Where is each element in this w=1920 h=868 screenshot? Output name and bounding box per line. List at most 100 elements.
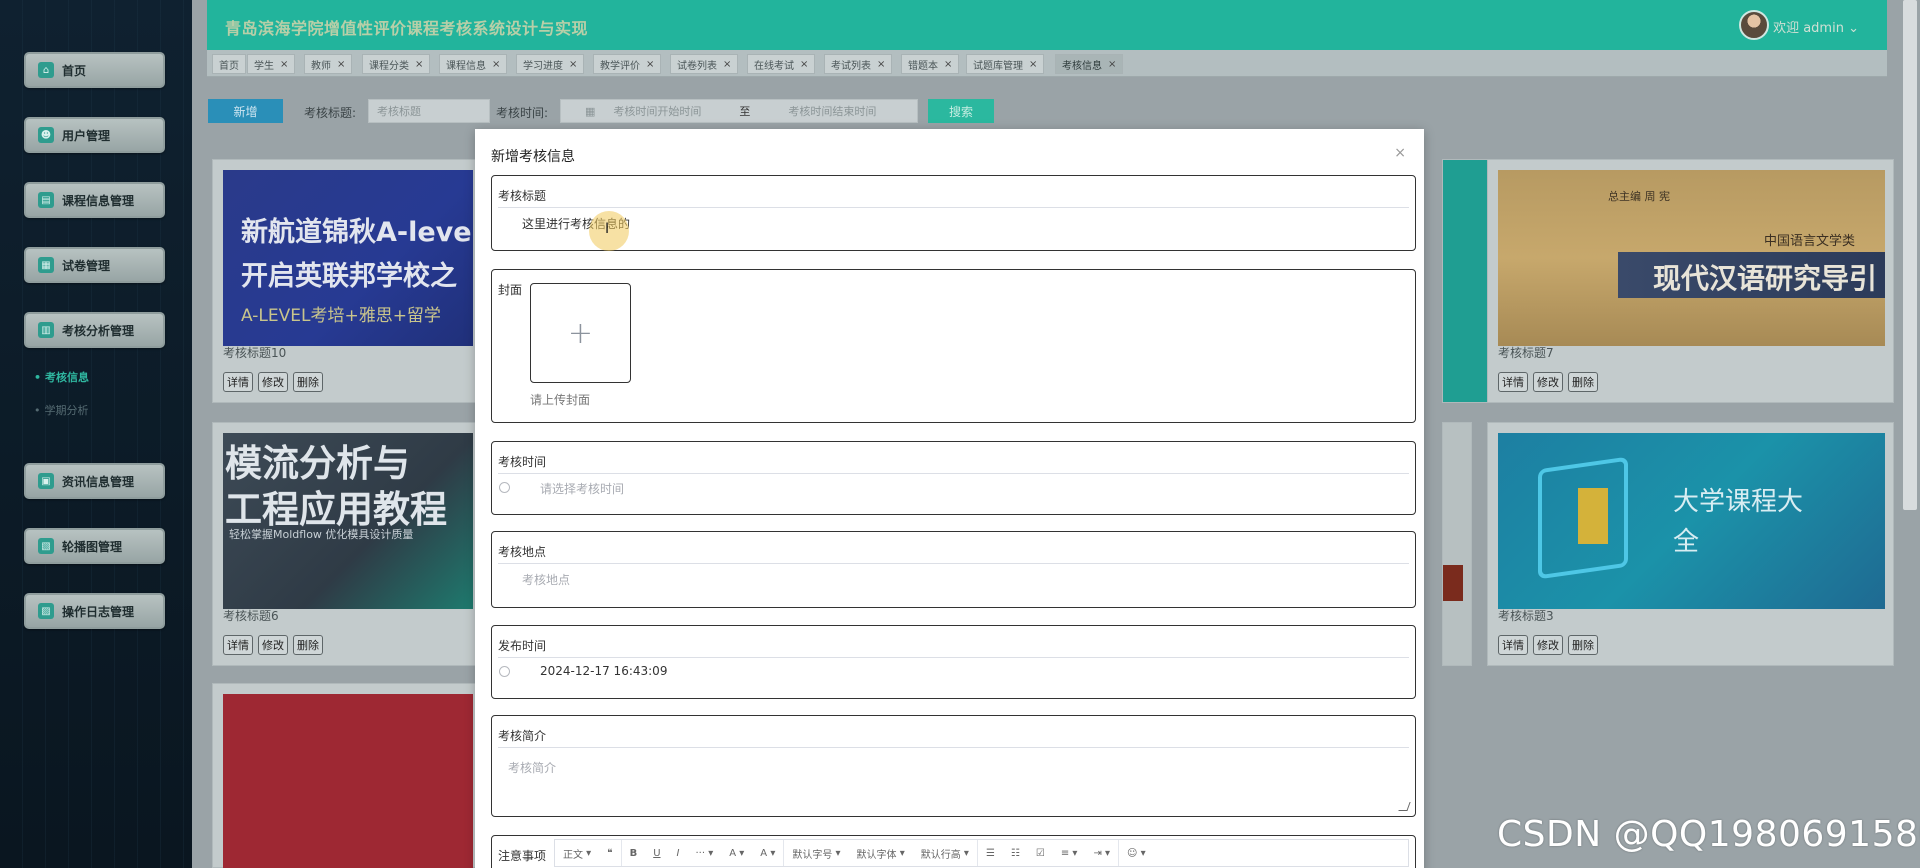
tab-progress[interactable]: 学习进度 ×: [516, 54, 585, 74]
exam-place-input[interactable]: 考核地点: [522, 571, 570, 588]
font-size-select[interactable]: 默认字号 ▾: [783, 840, 848, 866]
close-icon[interactable]: ×: [337, 59, 345, 70]
publish-time-input[interactable]: 2024-12-17 16:43:09: [540, 664, 667, 678]
numbered-list-icon[interactable]: ☷: [1003, 840, 1028, 866]
tab-home[interactable]: 首页: [212, 54, 246, 74]
top-header: 青岛滨海学院增值性评价课程考核系统设计与实现 欢迎 admin ⌄: [207, 0, 1887, 50]
card-title: 考核标题10: [223, 346, 287, 360]
detail-button[interactable]: 详情: [223, 372, 253, 392]
field-divider: [498, 207, 1409, 208]
cover-image-edge: [1443, 565, 1463, 601]
cover-text: 工程应用教程: [225, 488, 447, 531]
cover-image[interactable]: 总主编 周 宪 现代汉语研究导引 中国语言文学类: [1498, 170, 1885, 346]
bold-button[interactable]: B: [620, 840, 646, 866]
sidebar-item-label: 资讯信息管理: [62, 474, 135, 489]
avatar[interactable]: [1739, 10, 1769, 40]
close-icon[interactable]: ×: [1029, 59, 1037, 70]
end-date-input[interactable]: 考核时间结束时间: [788, 103, 876, 119]
tab-online-exam[interactable]: 在线考试 ×: [747, 54, 816, 74]
line-height-select[interactable]: 默认行高 ▾: [913, 840, 977, 866]
sidebar-item-papers[interactable]: ▦ 试卷管理: [24, 247, 165, 283]
start-date-input[interactable]: 考核时间开始时间: [613, 103, 701, 119]
delete-button[interactable]: 删除: [1568, 635, 1598, 655]
close-icon[interactable]: ×: [800, 59, 808, 70]
edit-button[interactable]: 修改: [258, 372, 288, 392]
sidebar-item-carousel[interactable]: ▧ 轮播图管理: [24, 528, 165, 564]
quote-button[interactable]: ❝: [599, 840, 620, 866]
exam-intro-textarea[interactable]: 考核简介: [508, 759, 556, 776]
sidebar-item-home[interactable]: ⌂ 首页: [24, 52, 165, 88]
tab-course-category[interactable]: 课程分类 ×: [362, 54, 431, 74]
close-icon[interactable]: ×: [569, 59, 577, 70]
bg-color-button[interactable]: A ▾: [752, 840, 783, 866]
exam-time-input[interactable]: 请选择考核时间: [540, 480, 624, 497]
indent-icon[interactable]: ⇥ ▾: [1085, 840, 1118, 866]
close-icon[interactable]: ×: [280, 59, 288, 70]
close-icon[interactable]: ×: [1108, 59, 1116, 70]
font-family-select[interactable]: 默认字体 ▾: [849, 840, 913, 866]
date-range-picker[interactable]: ▦ 考核时间开始时间 至 考核时间结束时间: [560, 99, 918, 123]
delete-button[interactable]: 删除: [1568, 372, 1598, 392]
cover-image[interactable]: 模流分析与 工程应用教程 轻松掌握Moldflow 优化模具设计质量: [223, 433, 473, 609]
italic-button[interactable]: I: [669, 840, 688, 866]
title-filter-input[interactable]: 考核标题: [368, 99, 490, 123]
cover-image[interactable]: 大学课程大 全: [1498, 433, 1885, 609]
edit-button[interactable]: 修改: [1533, 635, 1563, 655]
edit-button[interactable]: 修改: [258, 635, 288, 655]
tab-bar: 首页 学生 × 教师 × 课程分类 × 课程信息 × 学习进度 × 教学评价 × 试卷列表 ×…: [207, 50, 1887, 77]
detail-button[interactable]: 详情: [223, 635, 253, 655]
font-color-button[interactable]: A ▾: [721, 840, 752, 866]
align-icon[interactable]: ≡ ▾: [1053, 840, 1086, 866]
bullet-list-icon[interactable]: ☰: [976, 840, 1003, 866]
sidebar-item-logs[interactable]: ▨ 操作日志管理: [24, 593, 165, 629]
cover-text: 现代汉语研究导引: [1652, 262, 1877, 295]
close-icon[interactable]: ×: [877, 59, 885, 70]
resize-handle[interactable]: [1398, 802, 1411, 811]
tab-course-info[interactable]: 课程信息 ×: [439, 54, 508, 74]
more-button[interactable]: ··· ▾: [688, 840, 722, 866]
cover-image[interactable]: [223, 694, 473, 868]
cover-image[interactable]: 新航道锦秋A-level 开启英联邦学校之 A-LEVEL考培+雅思+留学: [223, 170, 473, 346]
add-button[interactable]: 新增: [208, 99, 283, 123]
tab-exam-list[interactable]: 考试列表 ×: [824, 54, 893, 74]
tab-label: 课程信息: [446, 60, 486, 72]
delete-button[interactable]: 删除: [293, 635, 323, 655]
emoji-icon[interactable]: ☺ ▾: [1118, 840, 1154, 866]
tab-students[interactable]: 学生 ×: [247, 54, 296, 74]
tab-label: 在线考试: [754, 60, 794, 72]
delete-button[interactable]: 删除: [293, 372, 323, 392]
exam-card: [212, 683, 482, 868]
detail-button[interactable]: 详情: [1498, 635, 1528, 655]
sidebar-item-analysis[interactable]: ▥ 考核分析管理: [24, 312, 165, 348]
tab-wrong-book[interactable]: 错题本 ×: [901, 54, 960, 74]
tab-question-bank[interactable]: 试题库管理 ×: [966, 54, 1045, 74]
tab-teachers[interactable]: 教师 ×: [304, 54, 353, 74]
tab-exam-info[interactable]: 考核信息 ×: [1055, 54, 1124, 74]
submenu-item-term-analysis[interactable]: 学期分析: [34, 402, 89, 418]
search-button[interactable]: 搜索: [928, 99, 994, 123]
close-icon[interactable]: ×: [492, 59, 500, 70]
user-menu[interactable]: 欢迎 admin ⌄: [1773, 17, 1859, 36]
submenu-item-exam-info[interactable]: 考核信息: [34, 369, 89, 385]
field-label: 注意事项: [498, 849, 547, 863]
sidebar-item-courses[interactable]: ▤ 课程信息管理: [24, 182, 165, 218]
close-icon[interactable]: ×: [723, 59, 731, 70]
users-icon: ☻: [38, 127, 54, 143]
sidebar-item-news[interactable]: ▣ 资讯信息管理: [24, 463, 165, 499]
tab-label: 教学评价: [600, 60, 640, 72]
close-icon[interactable]: ×: [415, 59, 423, 70]
sidebar-item-users[interactable]: ☻ 用户管理: [24, 117, 165, 153]
close-icon[interactable]: ×: [646, 59, 654, 70]
page-scrollbar[interactable]: [1898, 0, 1920, 868]
detail-button[interactable]: 详情: [1498, 372, 1528, 392]
todo-icon[interactable]: ☑: [1028, 840, 1053, 866]
upload-button[interactable]: +: [530, 283, 631, 383]
tab-evaluation[interactable]: 教学评价 ×: [593, 54, 662, 74]
close-icon[interactable]: ×: [1394, 145, 1406, 161]
tab-paper-list[interactable]: 试卷列表 ×: [670, 54, 739, 74]
scrollbar-thumb[interactable]: [1903, 0, 1917, 510]
close-icon[interactable]: ×: [944, 59, 952, 70]
edit-button[interactable]: 修改: [1533, 372, 1563, 392]
paragraph-select[interactable]: 正文 ▾: [555, 840, 599, 866]
underline-button[interactable]: U: [645, 840, 668, 866]
